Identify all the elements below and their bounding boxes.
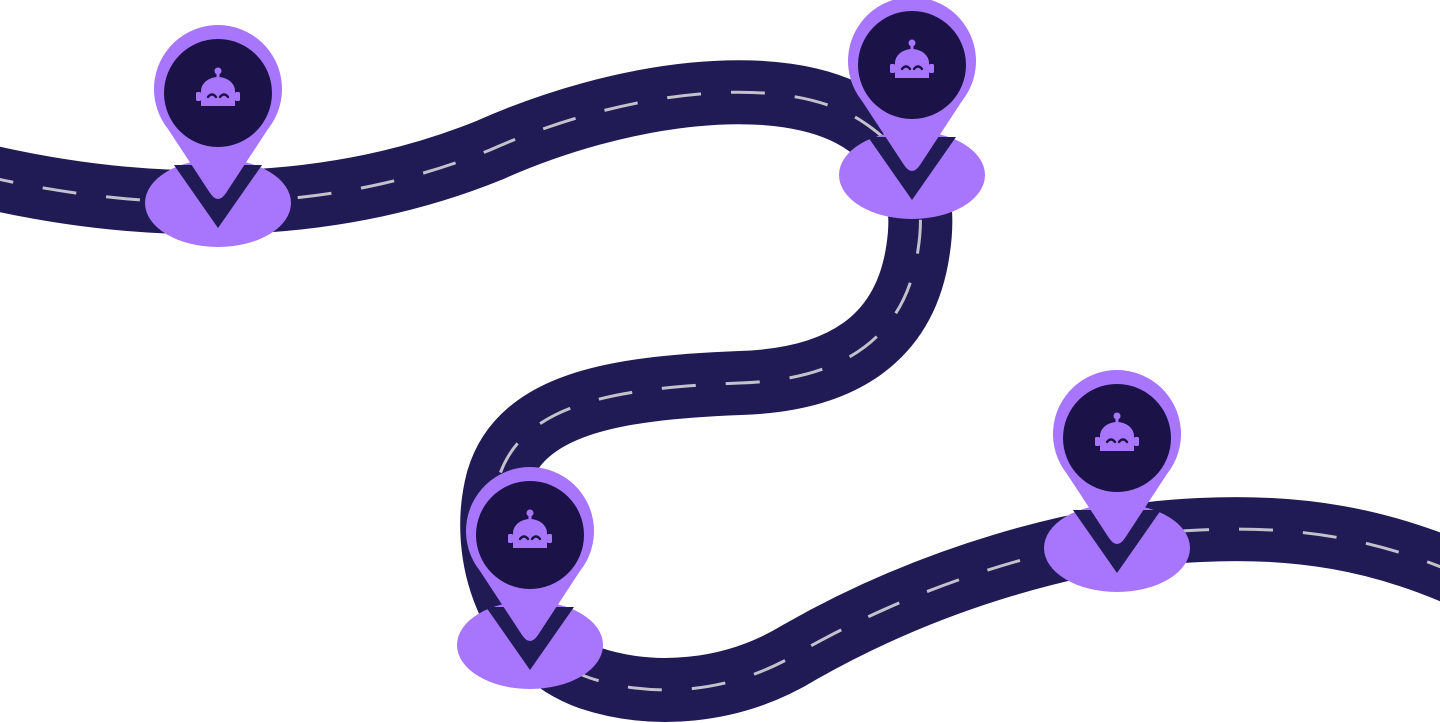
roadmap-illustration [0,0,1440,723]
waypoint-4 [1044,370,1190,592]
waypoint-1 [145,25,291,247]
roadmap-svg [0,0,1440,722]
